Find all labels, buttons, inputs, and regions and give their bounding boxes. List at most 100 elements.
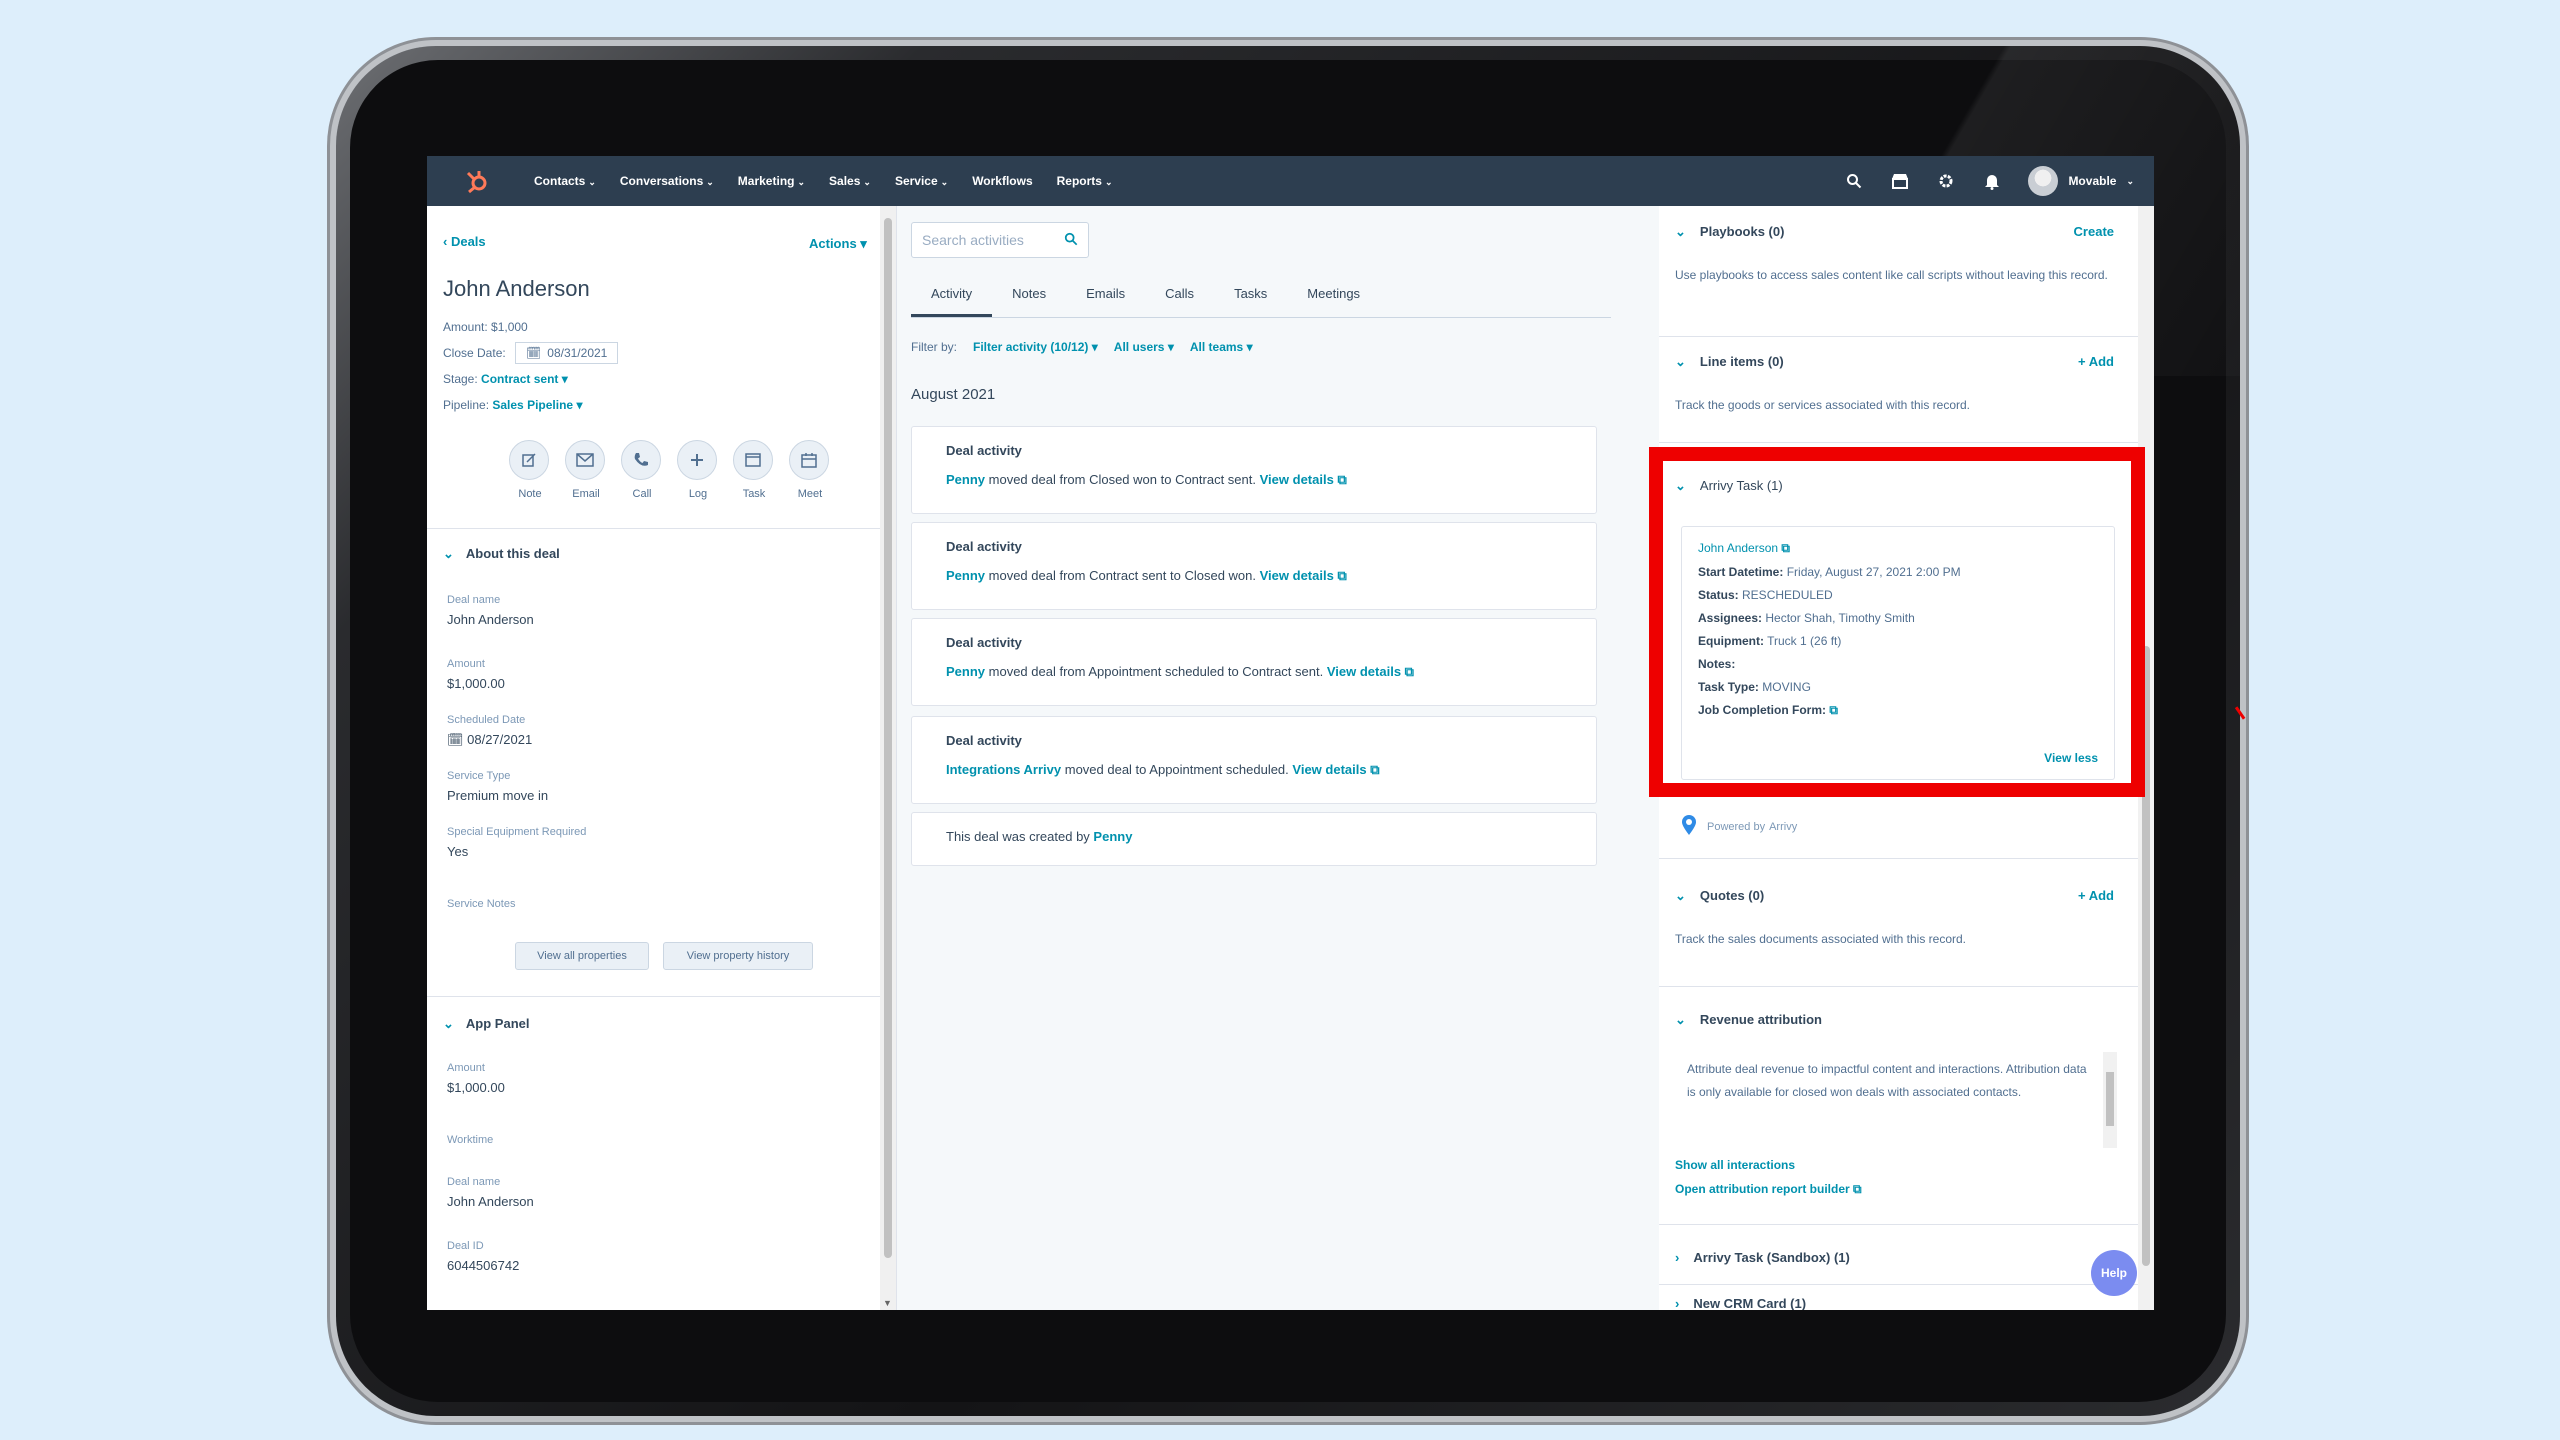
actor-link[interactable]: Integrations Arrivy xyxy=(946,762,1061,777)
divider xyxy=(1659,1284,2138,1285)
activity-text: moved deal from Closed won to Contract s… xyxy=(988,472,1256,487)
task-action[interactable]: Task xyxy=(733,440,775,500)
activity-tabs: Activity Notes Emails Calls Tasks Meetin… xyxy=(911,278,1611,318)
stage-dropdown[interactable]: Contract sent ▾ xyxy=(481,372,568,386)
deal-created-card: This deal was created by Penny xyxy=(911,812,1597,866)
stage-label: Stage: xyxy=(443,372,478,386)
hubspot-logo-icon[interactable] xyxy=(452,156,502,206)
line-items-toggle[interactable]: ⌄ Line items (0) xyxy=(1675,354,1784,370)
chevron-down-icon: ⌄ xyxy=(863,177,871,187)
meet-action[interactable]: Meet xyxy=(789,440,831,500)
phone-icon xyxy=(621,440,661,480)
property-service-type: Service Type Premium move in xyxy=(447,770,548,803)
actor-link[interactable]: Penny xyxy=(946,568,985,583)
nav-service[interactable]: Service ⌄ xyxy=(883,174,960,188)
arrivy-sandbox-toggle[interactable]: › Arrivy Task (Sandbox) (1) xyxy=(1675,1250,1850,1265)
new-crm-card-toggle[interactable]: › New CRM Card (1) xyxy=(1675,1296,1806,1310)
scrollbar-thumb[interactable] xyxy=(884,218,892,1258)
tab-activity[interactable]: Activity xyxy=(911,278,993,317)
note-action[interactable]: Note xyxy=(509,440,551,500)
property-value[interactable]: Yes xyxy=(447,844,586,859)
nav-marketing[interactable]: Marketing ⌄ xyxy=(726,174,817,188)
marketplace-icon[interactable] xyxy=(1890,171,1910,191)
open-attribution-builder-link[interactable]: Open attribution report builder ⧉ xyxy=(1675,1182,1862,1197)
scroll-down-arrow-icon[interactable]: ▼ xyxy=(883,1298,892,1308)
nav-reports[interactable]: Reports ⌄ xyxy=(1045,174,1125,188)
link-label: View details xyxy=(1326,664,1402,679)
create-playbook-link[interactable]: Create xyxy=(2074,224,2114,239)
divider xyxy=(427,996,881,997)
chevron-down-icon: ⌄ xyxy=(443,546,454,561)
search-activities-input[interactable]: Search activities xyxy=(911,222,1089,258)
activity-text: moved deal from Contract sent to Closed … xyxy=(988,568,1256,583)
filter-label: Filter by: xyxy=(911,340,958,354)
chevron-down-icon: ⌄ xyxy=(797,177,806,187)
add-quote-link[interactable]: + Add xyxy=(2078,888,2114,903)
help-button[interactable]: Help xyxy=(2091,1250,2137,1296)
app-panel-toggle[interactable]: ⌄ App Panel xyxy=(443,1016,529,1032)
tab-tasks[interactable]: Tasks xyxy=(1214,278,1287,317)
nav-conversations[interactable]: Conversations ⌄ xyxy=(608,174,726,188)
close-date-field[interactable]: 🗓 08/31/2021 xyxy=(515,342,619,364)
creator-link[interactable]: Penny xyxy=(1093,829,1132,844)
view-property-history-button[interactable]: View property history xyxy=(663,942,813,970)
actions-dropdown[interactable]: Actions ▾ xyxy=(809,236,867,252)
breadcrumb-label: Deals xyxy=(450,234,486,249)
gear-icon[interactable] xyxy=(1936,171,1956,191)
call-action[interactable]: Call xyxy=(621,440,663,500)
view-all-properties-button[interactable]: View all properties xyxy=(515,942,649,970)
search-placeholder: Search activities xyxy=(922,232,1024,248)
property-value[interactable]: $1,000.00 xyxy=(447,676,505,691)
view-details-link[interactable]: View details ⧉ xyxy=(1292,762,1379,777)
property-value[interactable]: Premium move in xyxy=(447,788,548,803)
bell-icon[interactable] xyxy=(1982,171,2002,191)
view-details-link[interactable]: View details ⧉ xyxy=(1327,664,1414,679)
link-label: View details xyxy=(1259,568,1334,583)
nav-sales[interactable]: Sales ⌄ xyxy=(817,174,883,188)
account-menu[interactable]: Movable ⌄ xyxy=(2028,166,2134,196)
activity-card: Deal activity Integrations Arrivy moved … xyxy=(911,716,1597,804)
quotes-description: Track the sales documents associated wit… xyxy=(1675,932,1967,946)
email-action[interactable]: Email xyxy=(565,440,607,500)
section-title: Playbooks (0) xyxy=(1699,224,1785,239)
actor-link[interactable]: Penny xyxy=(946,472,985,487)
quick-actions: Note Email Call Log Task Meet xyxy=(509,440,831,500)
playbooks-toggle[interactable]: ⌄ Playbooks (0) xyxy=(1675,224,1784,240)
search-icon[interactable] xyxy=(1844,171,1864,191)
pipeline-value: Sales Pipeline xyxy=(492,398,574,412)
close-date-value: 08/31/2021 xyxy=(547,346,608,360)
tab-emails[interactable]: Emails xyxy=(1066,278,1145,317)
scrollbar-thumb[interactable] xyxy=(2106,1072,2114,1126)
pipeline-dropdown[interactable]: Sales Pipeline ▾ xyxy=(492,398,582,412)
show-all-interactions-link[interactable]: Show all interactions xyxy=(1675,1158,1795,1172)
property-value[interactable]: John Anderson xyxy=(447,612,534,627)
all-teams-dropdown[interactable]: All teams ▾ xyxy=(1190,340,1253,354)
nav-contacts[interactable]: Contacts ⌄ xyxy=(522,174,608,188)
link-label: Open attribution report builder xyxy=(1675,1182,1850,1196)
quotes-toggle[interactable]: ⌄ Quotes (0) xyxy=(1675,888,1764,904)
left-scrollbar[interactable]: ▼ xyxy=(880,206,896,1310)
revenue-attribution-toggle[interactable]: ⌄ Revenue attribution xyxy=(1675,1012,1822,1028)
log-action[interactable]: Log xyxy=(677,440,719,500)
view-details-link[interactable]: View details ⧉ xyxy=(1260,472,1347,487)
breadcrumb[interactable]: ‹ Deals xyxy=(443,234,486,249)
filter-activity-dropdown[interactable]: Filter activity (10/12) ▾ xyxy=(973,340,1098,354)
nav-label: Reports xyxy=(1056,174,1102,188)
tab-notes[interactable]: Notes xyxy=(992,278,1066,317)
all-users-dropdown[interactable]: All users ▾ xyxy=(1114,340,1174,354)
activity-text: moved deal to Appointment scheduled. xyxy=(1064,762,1289,777)
amount-text: Amount: $1,000 xyxy=(443,320,528,334)
add-line-item-link[interactable]: + Add xyxy=(2078,354,2114,369)
divider xyxy=(1659,336,2138,337)
created-text: This deal was created by xyxy=(946,829,1090,844)
tab-meetings[interactable]: Meetings xyxy=(1287,278,1380,317)
view-details-link[interactable]: View details ⧉ xyxy=(1260,568,1347,583)
revenue-scrollbar[interactable] xyxy=(2103,1052,2117,1148)
actor-link[interactable]: Penny xyxy=(946,664,985,679)
section-title: Quotes (0) xyxy=(1699,888,1765,903)
nav-label: Sales xyxy=(829,174,861,188)
about-section-toggle[interactable]: ⌄ About this deal xyxy=(443,546,560,562)
property-value[interactable]: 🗓 08/27/2021 xyxy=(447,732,532,748)
tab-calls[interactable]: Calls xyxy=(1145,278,1214,317)
nav-workflows[interactable]: Workflows xyxy=(960,174,1044,188)
